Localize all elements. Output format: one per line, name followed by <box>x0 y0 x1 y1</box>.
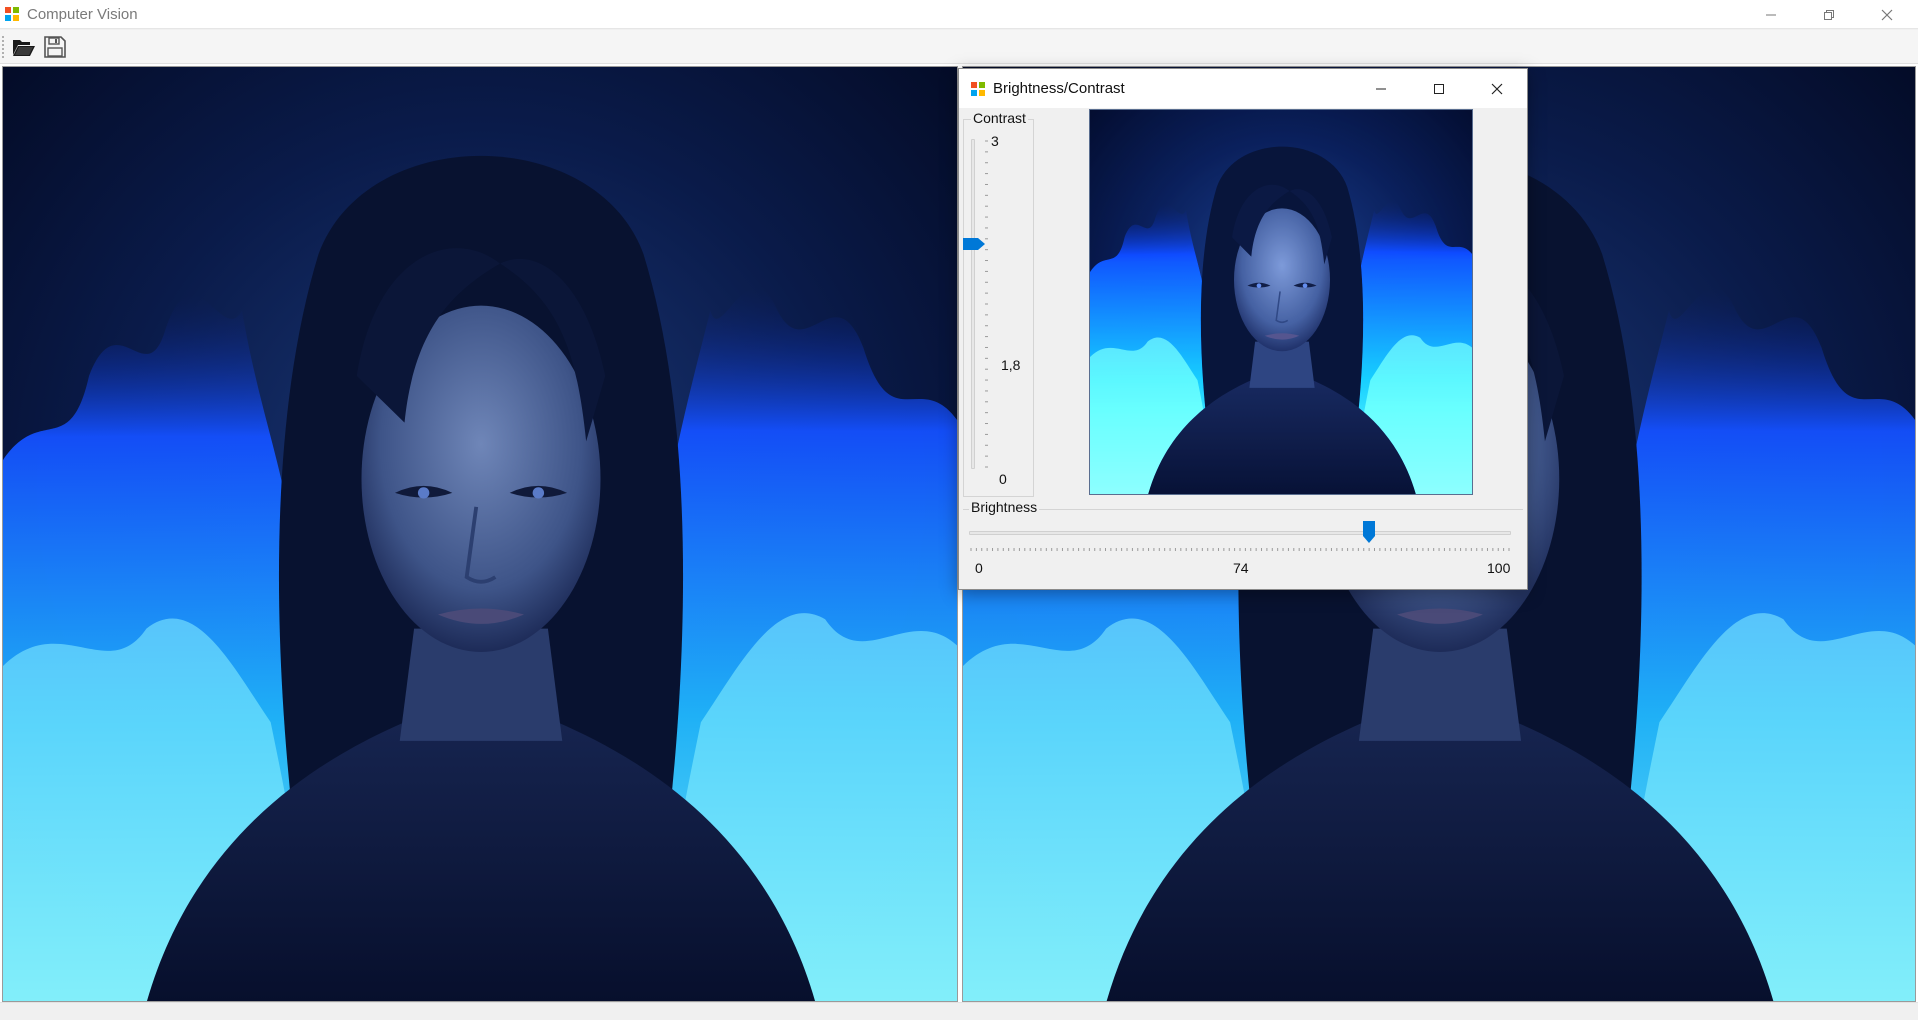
contrast-tick-min: 0 <box>999 471 1007 487</box>
open-button[interactable] <box>10 33 38 61</box>
toolbar-grip[interactable] <box>2 36 5 58</box>
close-button[interactable] <box>1858 0 1916 29</box>
close-icon <box>1491 83 1503 94</box>
contrast-track[interactable] <box>971 139 975 469</box>
contrast-tick-max: 3 <box>991 133 999 149</box>
dialog-title-bar: Brightness/Contrast <box>959 69 1527 108</box>
window-title: Computer Vision <box>27 6 138 23</box>
dialog-title: Brightness/Contrast <box>993 80 1125 97</box>
original-image <box>2 66 958 1002</box>
contrast-ticks <box>985 140 988 468</box>
restore-icon <box>1824 9 1834 20</box>
brightness-label: Brightness <box>969 499 1040 515</box>
contrast-tick-mid: 1,8 <box>1001 357 1021 373</box>
brightness-contrast-dialog: Brightness/Contrast Contrast 3 1,8 0 Bri… <box>958 68 1528 590</box>
brightness-tick-max: 100 <box>1487 560 1511 576</box>
folder-open-icon <box>13 40 35 56</box>
preview-image <box>1089 109 1473 495</box>
dialog-close-button[interactable] <box>1468 69 1526 108</box>
contrast-label: Contrast <box>971 110 1028 126</box>
brightness-tick-min: 0 <box>975 560 983 576</box>
brightness-group <box>963 509 1523 511</box>
minimize-icon <box>1376 88 1386 89</box>
dialog-minimize-button[interactable] <box>1352 69 1410 108</box>
dialog-maximize-button[interactable] <box>1410 69 1468 108</box>
brightness-ticks <box>970 548 1510 551</box>
floppy-save-icon <box>44 36 66 58</box>
restore-button[interactable] <box>1800 0 1858 29</box>
status-bar <box>0 1002 1918 1020</box>
maximize-icon <box>1434 83 1444 94</box>
brightness-tick-mid: 74 <box>1233 560 1249 576</box>
brightness-track[interactable] <box>969 531 1511 535</box>
main-title-bar: Computer Vision <box>0 0 1918 29</box>
minimize-icon <box>1766 14 1776 15</box>
contrast-slider-thumb[interactable] <box>962 237 986 251</box>
brightness-slider-thumb[interactable] <box>1362 520 1376 544</box>
close-icon <box>1881 9 1893 20</box>
app-icon <box>5 7 19 21</box>
dialog-app-icon <box>971 82 985 96</box>
save-button[interactable] <box>41 33 69 61</box>
minimize-button[interactable] <box>1742 0 1800 29</box>
toolbar <box>0 30 1918 64</box>
